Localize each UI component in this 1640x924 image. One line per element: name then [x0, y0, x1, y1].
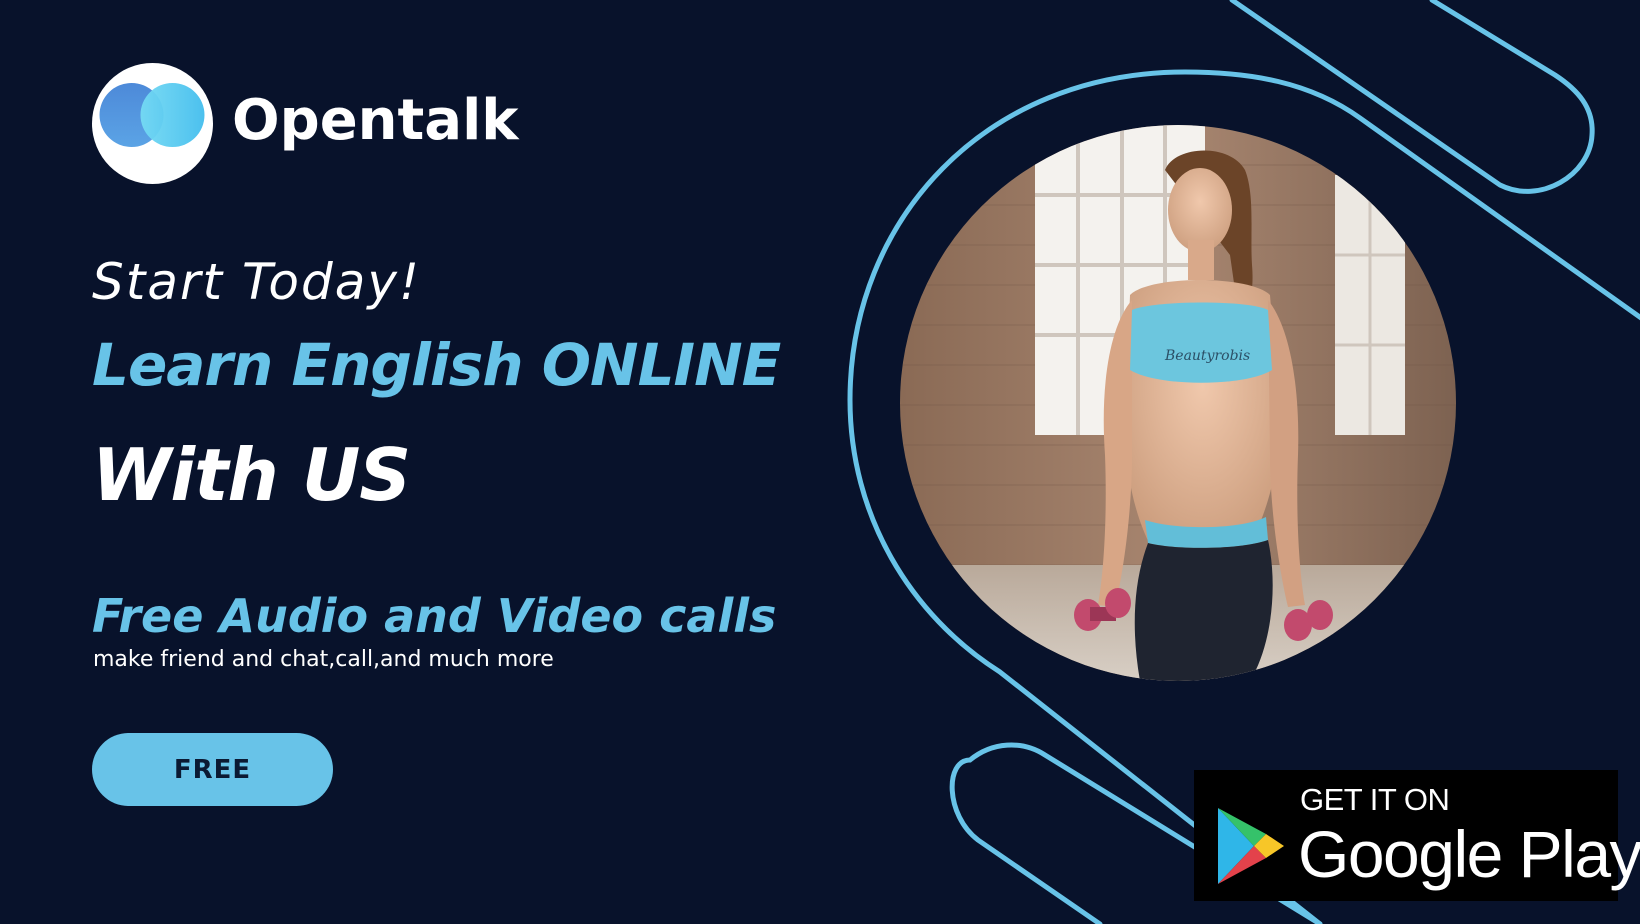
logo-badge — [92, 63, 213, 184]
free-button[interactable]: FREE — [92, 733, 333, 806]
brand-name: Opentalk — [232, 88, 519, 153]
google-play-badge[interactable]: GET IT ON Google Play — [1194, 770, 1640, 901]
promo-banner: Opentalk Start Today! Learn English ONLI… — [0, 0, 1640, 924]
headline-secondary: With US — [92, 433, 411, 517]
google-play-icon — [1218, 808, 1284, 884]
shirt-text: Beautyrobis — [1164, 348, 1250, 364]
tagline: Start Today! — [92, 253, 422, 311]
heart-logo-icon — [99, 83, 205, 147]
headline: Learn English ONLINE — [92, 331, 781, 399]
badge-line2: Google Play — [1298, 817, 1640, 891]
woman-fitness-photo: Beautyrobis — [900, 125, 1456, 681]
hero-photo: Beautyrobis — [900, 125, 1456, 681]
feature-title: Free Audio and Video calls — [92, 589, 777, 643]
feature-subtitle: make friend and chat,call,and much more — [93, 647, 554, 672]
